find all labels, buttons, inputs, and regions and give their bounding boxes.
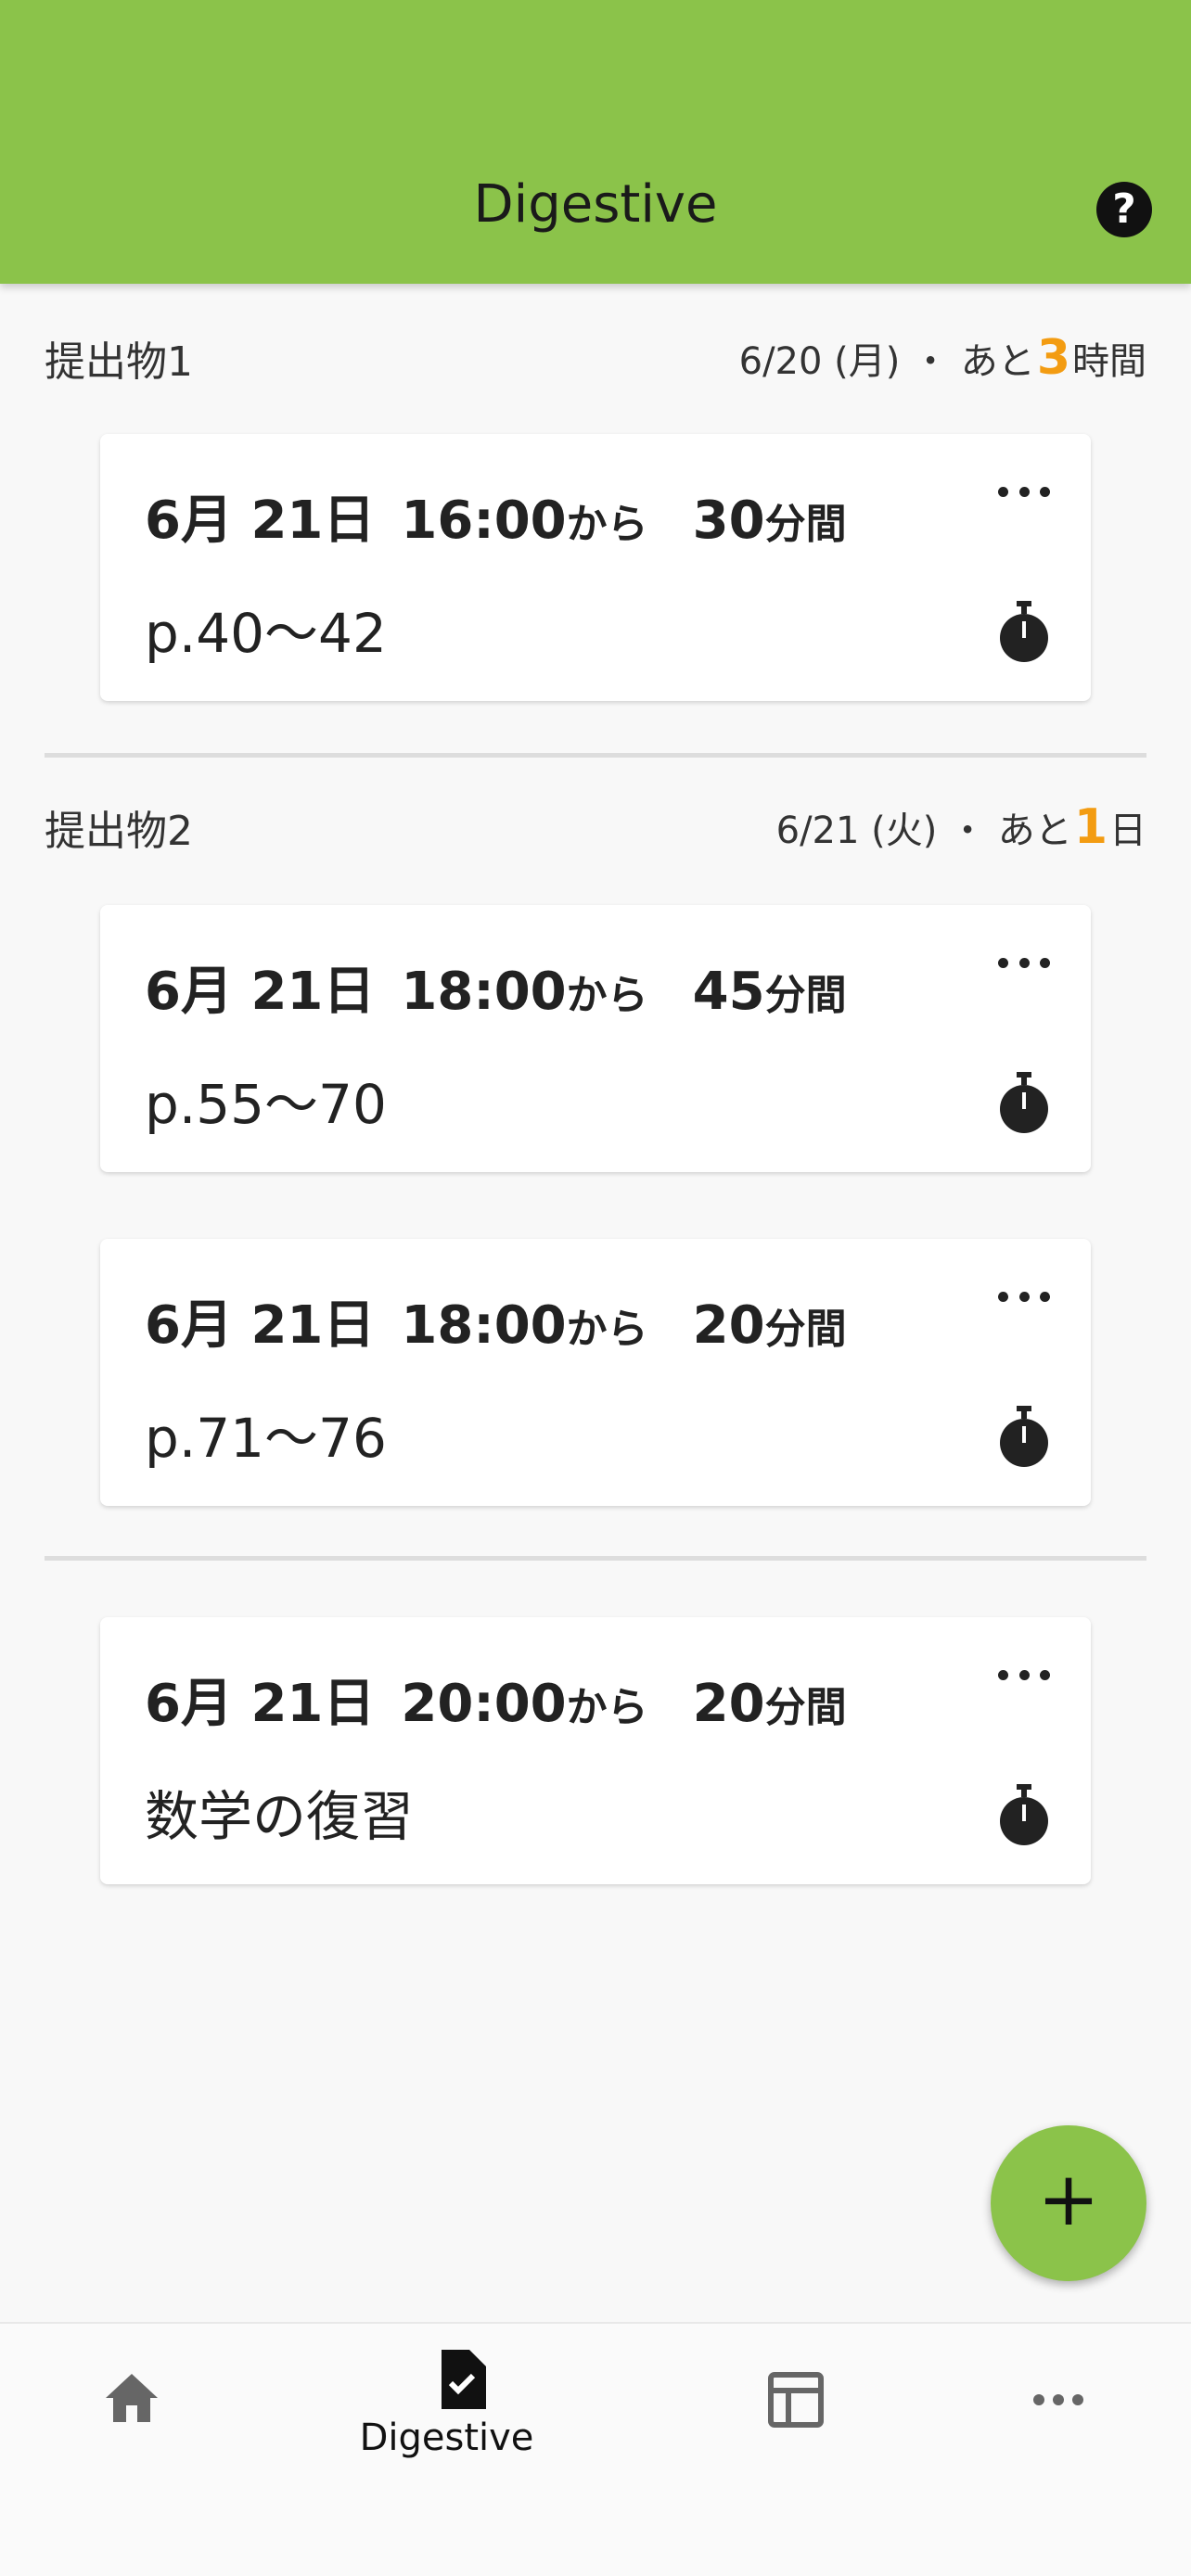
group-due: 6/21 (火) ・ あと 1 日 [776, 799, 1146, 855]
task-schedule: 6月 21日 20:00 から 20 分間 [145, 1662, 847, 1737]
group-due: 6/20 (月) ・ あと 3 時間 [739, 330, 1146, 386]
task-from: から [566, 1306, 648, 1353]
bottom-nav: Digestive [0, 2322, 1191, 2576]
task-date: 6月 21日 [145, 962, 376, 1022]
group-name: 提出物1 [45, 338, 193, 386]
task-schedule: 6月 21日 18:00 から 45 分間 [145, 950, 847, 1025]
add-task-button[interactable]: + [991, 2125, 1146, 2281]
group-name: 提出物2 [45, 808, 193, 855]
remaining-unit: 時間 [1072, 340, 1146, 383]
more-options-icon[interactable] [998, 953, 1050, 972]
stopwatch-icon[interactable] [996, 1782, 1052, 1847]
more-options-icon[interactable] [998, 482, 1050, 501]
task-date: 6月 21日 [145, 1295, 376, 1356]
help-icon[interactable]: ? [1096, 182, 1152, 237]
task-from: から [566, 1684, 648, 1731]
group-header: 提出物2 6/21 (火) ・ あと 1 日 [45, 790, 1146, 864]
nav-label: Digestive [359, 2417, 534, 2459]
task-duration-unit: 分間 [764, 501, 847, 548]
task-duration: 20 [692, 1295, 765, 1356]
task-time: 20:00 [401, 1674, 567, 1734]
nav-item-table[interactable] [596, 2324, 893, 2509]
more-options-icon[interactable] [998, 1287, 1050, 1306]
stopwatch-icon[interactable] [996, 1404, 1052, 1469]
app-bar: Digestive ? [0, 0, 1191, 284]
remaining-number: 3 [1036, 330, 1070, 386]
task-duration-unit: 分間 [764, 1684, 847, 1731]
stopwatch-icon[interactable] [996, 1070, 1052, 1135]
due-date: 6/21 (火) ・ あと [775, 810, 1072, 852]
task-duration-unit: 分間 [764, 1306, 847, 1353]
task-time: 16:00 [401, 491, 567, 551]
stopwatch-icon[interactable] [996, 599, 1052, 664]
task-duration: 30 [692, 491, 765, 551]
nav-item-digestive[interactable]: Digestive [298, 2324, 596, 2509]
task-range: p.55〜70 [145, 1073, 387, 1136]
task-time: 18:00 [401, 962, 567, 1022]
remaining-number: 1 [1073, 799, 1108, 855]
task-schedule: 6月 21日 18:00 から 20 分間 [145, 1283, 847, 1358]
task-date: 6月 21日 [145, 491, 376, 551]
task-date: 6月 21日 [145, 1674, 376, 1734]
task-range: 数学の復習 [145, 1785, 415, 1848]
task-duration: 20 [692, 1674, 765, 1734]
home-icon [106, 2374, 158, 2422]
group-header: 提出物1 6/20 (月) ・ あと 3 時間 [45, 321, 1146, 395]
task-card[interactable]: 6月 21日 16:00 から 30 分間 p.40〜42 [100, 434, 1091, 701]
task-range: p.71〜76 [145, 1407, 387, 1470]
task-card[interactable]: 6月 21日 18:00 から 45 分間 p.55〜70 [100, 905, 1091, 1172]
page-title: Digestive [473, 174, 718, 235]
task-range: p.40〜42 [145, 602, 387, 665]
more-horiz-icon [1033, 2394, 1083, 2405]
task-from: から [566, 972, 648, 1019]
assignment-done-icon [442, 2350, 486, 2409]
nav-item-more[interactable] [893, 2324, 1191, 2509]
task-duration: 45 [692, 962, 765, 1022]
task-duration-unit: 分間 [764, 972, 847, 1019]
more-options-icon[interactable] [998, 1665, 1050, 1684]
remaining-unit: 日 [1109, 810, 1146, 852]
due-date: 6/20 (月) ・ あと [738, 340, 1035, 383]
task-card[interactable]: 6月 21日 18:00 から 20 分間 p.71〜76 [100, 1239, 1091, 1506]
task-card[interactable]: 6月 21日 20:00 から 20 分間 数学の復習 [100, 1617, 1091, 1884]
task-from: から [566, 501, 648, 548]
nav-item-home[interactable] [0, 2324, 298, 2509]
divider [45, 1556, 1146, 1561]
table-icon [768, 2372, 824, 2428]
task-time: 18:00 [401, 1295, 567, 1356]
divider [45, 753, 1146, 758]
task-schedule: 6月 21日 16:00 から 30 分間 [145, 478, 847, 554]
